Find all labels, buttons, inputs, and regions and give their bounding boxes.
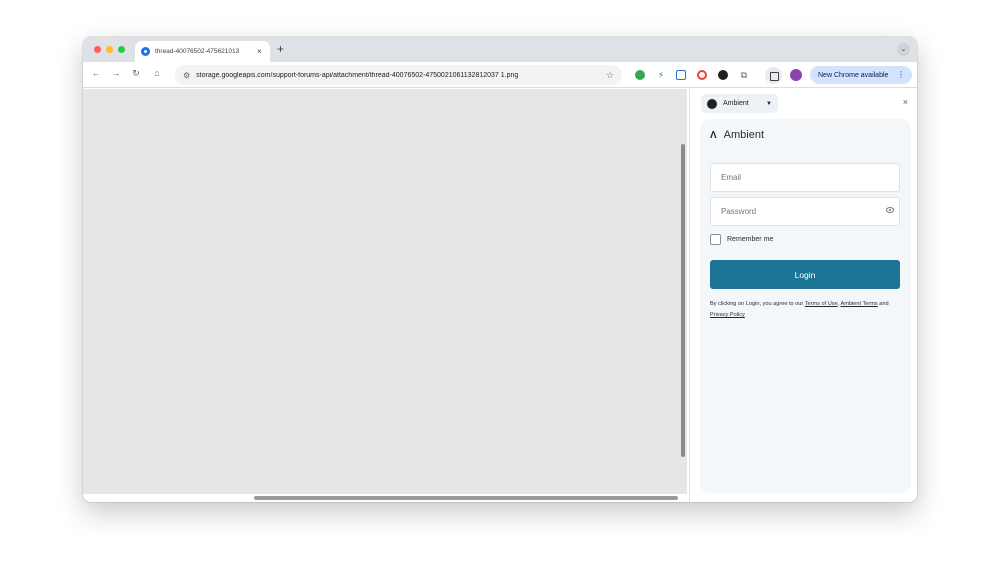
- extension-ambient-icon[interactable]: [718, 70, 728, 80]
- tab-favicon-icon: [141, 47, 150, 56]
- terms-of-use-link[interactable]: Terms of Use: [805, 301, 838, 307]
- profile-avatar[interactable]: [790, 69, 802, 81]
- active-tab[interactable]: thread-40076502-475621013 ×: [135, 41, 270, 62]
- ambient-logo-icon: [707, 98, 717, 109]
- ambient-brand-icon: Λ: [710, 129, 717, 141]
- login-button[interactable]: Login: [710, 260, 900, 289]
- close-icon[interactable]: ×: [903, 97, 908, 107]
- brand-name: Ambient: [723, 129, 765, 141]
- back-button[interactable]: ←: [90, 68, 102, 78]
- remember-me[interactable]: Remember me: [710, 234, 773, 245]
- tab-title: thread-40076502-475621013: [155, 48, 240, 55]
- side-panel: Ambient ▼ × Λ Ambient Remember me Login …: [689, 89, 917, 502]
- password-field[interactable]: [710, 197, 900, 226]
- extension-bolt-icon[interactable]: ⚡: [656, 70, 666, 80]
- legal-notice: By clicking on Login, you agree to our T…: [710, 299, 905, 321]
- tab-search-button[interactable]: ⌄: [897, 43, 910, 56]
- browser-toolbar: ← → ↻ ⌂ ⚙ storage.googleapis.com/support…: [83, 62, 917, 88]
- tab-strip: thread-40076502-475621013 × + ⌄: [83, 37, 917, 62]
- extension-opera-icon[interactable]: [697, 70, 707, 80]
- address-bar[interactable]: ⚙ storage.googleapis.com/support-forums-…: [175, 65, 622, 85]
- url-text[interactable]: storage.googleapis.com/support-forums-ap…: [196, 72, 602, 79]
- privacy-policy-link[interactable]: Privacy Policy: [710, 312, 745, 318]
- site-info-icon[interactable]: ⚙: [183, 71, 190, 80]
- bookmark-star-icon[interactable]: ☆: [606, 70, 614, 81]
- legal-sep-2: and: [877, 301, 889, 307]
- extension-screen-icon[interactable]: [676, 70, 686, 80]
- minimize-window-button[interactable]: [106, 46, 113, 53]
- maximize-window-button[interactable]: [118, 46, 125, 53]
- horizontal-scrollbar[interactable]: [254, 496, 678, 500]
- legal-prefix: By clicking on Login, you agree to our: [710, 301, 805, 307]
- browser-menu-icon[interactable]: ⋮: [897, 70, 905, 79]
- new-tab-button[interactable]: +: [277, 42, 284, 56]
- caret-down-icon: ▼: [766, 100, 772, 107]
- remember-me-label: Remember me: [727, 236, 774, 243]
- email-field[interactable]: [710, 163, 900, 192]
- side-panel-toggle-icon[interactable]: [765, 67, 782, 84]
- extension-selector-label: Ambient: [723, 100, 749, 107]
- page-content: [83, 89, 687, 502]
- tab-close-icon[interactable]: ×: [257, 47, 262, 56]
- reload-button[interactable]: ↻: [130, 68, 142, 79]
- vertical-scrollbar[interactable]: [681, 144, 685, 457]
- extension-check-icon[interactable]: [635, 70, 645, 80]
- forward-button[interactable]: →: [110, 68, 122, 78]
- extension-selector[interactable]: Ambient ▼: [701, 94, 778, 113]
- home-button[interactable]: ⌂: [151, 68, 163, 78]
- remember-me-checkbox[interactable]: [710, 234, 721, 245]
- brand: Λ Ambient: [710, 129, 764, 141]
- ambient-terms-link[interactable]: Ambient Terms: [841, 301, 878, 307]
- update-chip-label: New Chrome available: [818, 71, 889, 79]
- login-card: Λ Ambient Remember me Login By clicking …: [700, 119, 911, 493]
- close-window-button[interactable]: [94, 46, 101, 53]
- new-chrome-available-button[interactable]: New Chrome available ⋮: [810, 66, 912, 84]
- show-password-icon[interactable]: [886, 207, 894, 213]
- browser-window: thread-40076502-475621013 × + ⌄ ← → ↻ ⌂ …: [83, 37, 917, 502]
- extensions-puzzle-icon[interactable]: ⧉: [739, 70, 749, 80]
